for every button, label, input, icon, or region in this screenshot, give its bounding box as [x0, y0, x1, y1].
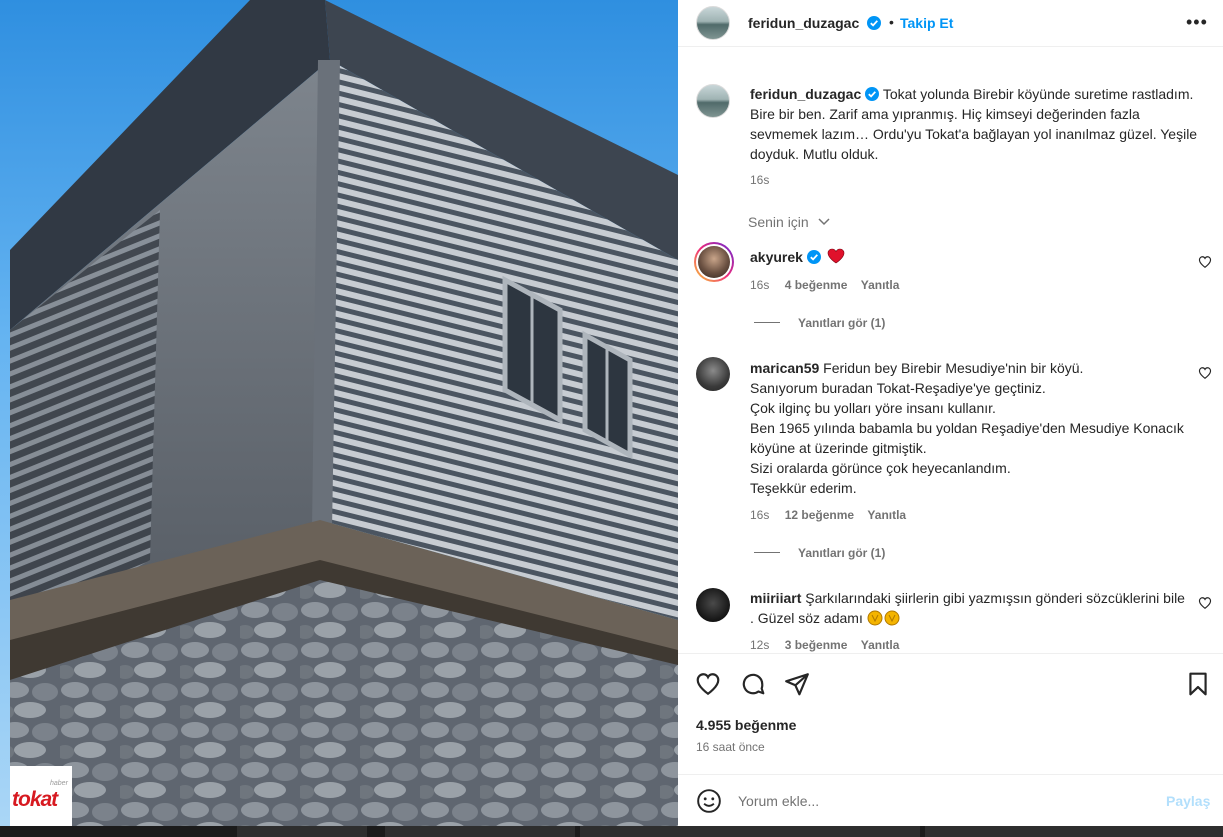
- comment-text-block: akyurek: [750, 247, 1190, 267]
- reply-button[interactable]: Yanıtla: [861, 638, 900, 652]
- comment-text-line: Teşekkür ederim.: [750, 480, 857, 496]
- background-strip: [0, 826, 1223, 837]
- replies-divider: [754, 552, 780, 553]
- instagram-post-modal: haber tokat feridun_duzagac • Takip Et •…: [0, 0, 1223, 837]
- comment-text-block: marican59 Feridun bey Birebir Mesudiye'n…: [750, 358, 1190, 498]
- caption-username[interactable]: feridun_duzagac: [750, 86, 861, 102]
- comment-avatar-marican59[interactable]: [696, 357, 730, 391]
- comment-likes[interactable]: 12 beğenme: [785, 508, 854, 522]
- author-avatar[interactable]: [696, 6, 730, 40]
- comment-text-line: Sizi oralarda görünce çok heyecanlandım.: [750, 460, 1011, 476]
- send-icon[interactable]: [784, 671, 810, 697]
- comments-scroll-area[interactable]: feridun_duzagac Tokat yolunda Birebir kö…: [678, 60, 1223, 653]
- emoji-icon[interactable]: [696, 788, 722, 814]
- post-timestamp[interactable]: 16 saat önce: [696, 740, 765, 754]
- follow-button[interactable]: Takip Et: [900, 15, 953, 31]
- post-side-panel: feridun_duzagac • Takip Et ••• feridun_d…: [678, 0, 1223, 826]
- comment-time[interactable]: 16s: [750, 278, 769, 292]
- comment-username[interactable]: akyurek: [750, 249, 803, 265]
- post-header: feridun_duzagac • Takip Et •••: [678, 0, 1223, 47]
- reply-button[interactable]: Yanıtla: [861, 278, 900, 292]
- comment-filter-label[interactable]: Senin için: [748, 214, 809, 230]
- header-separator: •: [889, 14, 894, 30]
- reply-button[interactable]: Yanıtla: [867, 508, 906, 522]
- comment-meta: 16s 4 beğenme Yanıtla: [750, 278, 911, 292]
- view-replies-label[interactable]: Yanıtları gör (1): [798, 316, 885, 330]
- bookmark-icon[interactable]: [1185, 671, 1211, 697]
- view-replies-button[interactable]: Yanıtları gör (1): [754, 316, 885, 330]
- author-username-text[interactable]: feridun_duzagac: [748, 15, 859, 31]
- post-actions: 4.955 beğenme 16 saat önce Paylaş: [678, 653, 1223, 826]
- author-username[interactable]: feridun_duzagac: [748, 15, 882, 31]
- post-photo[interactable]: [0, 0, 678, 826]
- comment-text-block: miiriiart Şarkılarındaki şiirlerin gibi …: [750, 588, 1190, 628]
- comment-likes[interactable]: 4 beğenme: [785, 278, 848, 292]
- comment-likes[interactable]: 3 beğenme: [785, 638, 848, 652]
- comment-filter-dropdown[interactable]: Senin için: [748, 214, 831, 230]
- comment-time[interactable]: 12s: [750, 638, 769, 652]
- more-options-icon[interactable]: •••: [1186, 12, 1208, 33]
- clapping-hands-emoji-icon: [867, 610, 901, 626]
- comment-username[interactable]: miiriiart: [750, 590, 801, 606]
- caption-text-block: feridun_duzagac Tokat yolunda Birebir kö…: [750, 84, 1210, 164]
- view-replies-button[interactable]: Yanıtları gör (1): [754, 546, 885, 560]
- tokat-watermark-logo: haber tokat: [10, 766, 72, 826]
- watermark-brand-text: tokat: [12, 788, 58, 811]
- house-illustration: [10, 0, 678, 826]
- watermark-small-text: haber: [50, 780, 68, 787]
- comment-like-heart-icon[interactable]: [1198, 366, 1212, 380]
- verified-badge-icon: [867, 16, 882, 30]
- caption-author-avatar[interactable]: [696, 84, 730, 118]
- post-like-count[interactable]: 4.955 beğenme: [696, 717, 796, 733]
- red-heart-emoji-icon: [827, 248, 845, 264]
- comment-like-heart-icon[interactable]: [1198, 596, 1212, 610]
- caption-timestamp[interactable]: 16s: [750, 173, 769, 187]
- comment-text-line: Ben 1965 yılında babamla bu yoldan Reşad…: [750, 420, 1184, 456]
- comment-avatar-miiriiart[interactable]: [696, 588, 730, 622]
- comment-text-line: Sanıyorum buradan Tokat-Reşadiye'ye geçt…: [750, 380, 1046, 396]
- comment-meta: 16s 12 beğenme Yanıtla: [750, 508, 918, 522]
- comment-input[interactable]: [738, 789, 1138, 813]
- post-comment-button[interactable]: Paylaş: [1166, 793, 1210, 809]
- replies-divider: [754, 322, 780, 323]
- add-comment-bar: Paylaş: [678, 774, 1223, 827]
- view-replies-label[interactable]: Yanıtları gör (1): [798, 546, 885, 560]
- comment-time[interactable]: 16s: [750, 508, 769, 522]
- comment-text: Feridun bey Birebir Mesudiye'nin bir köy…: [823, 360, 1084, 376]
- chevron-down-icon: [818, 218, 830, 226]
- verified-badge-icon: [865, 87, 880, 101]
- comment-text: Şarkılarındaki şiirlerin gibi yazmışsın …: [750, 590, 1185, 626]
- comment-text-line: Çok ilginç bu yolları yöre insanı kullan…: [750, 400, 996, 416]
- comment-icon[interactable]: [740, 671, 766, 697]
- verified-badge-icon: [806, 250, 821, 264]
- comment-avatar-akyurek[interactable]: [694, 242, 734, 282]
- comment-meta: 12s 3 beğenme Yanıtla: [750, 638, 911, 652]
- comment-like-heart-icon[interactable]: [1198, 255, 1212, 269]
- heart-icon[interactable]: [695, 671, 721, 697]
- comment-username[interactable]: marican59: [750, 360, 819, 376]
